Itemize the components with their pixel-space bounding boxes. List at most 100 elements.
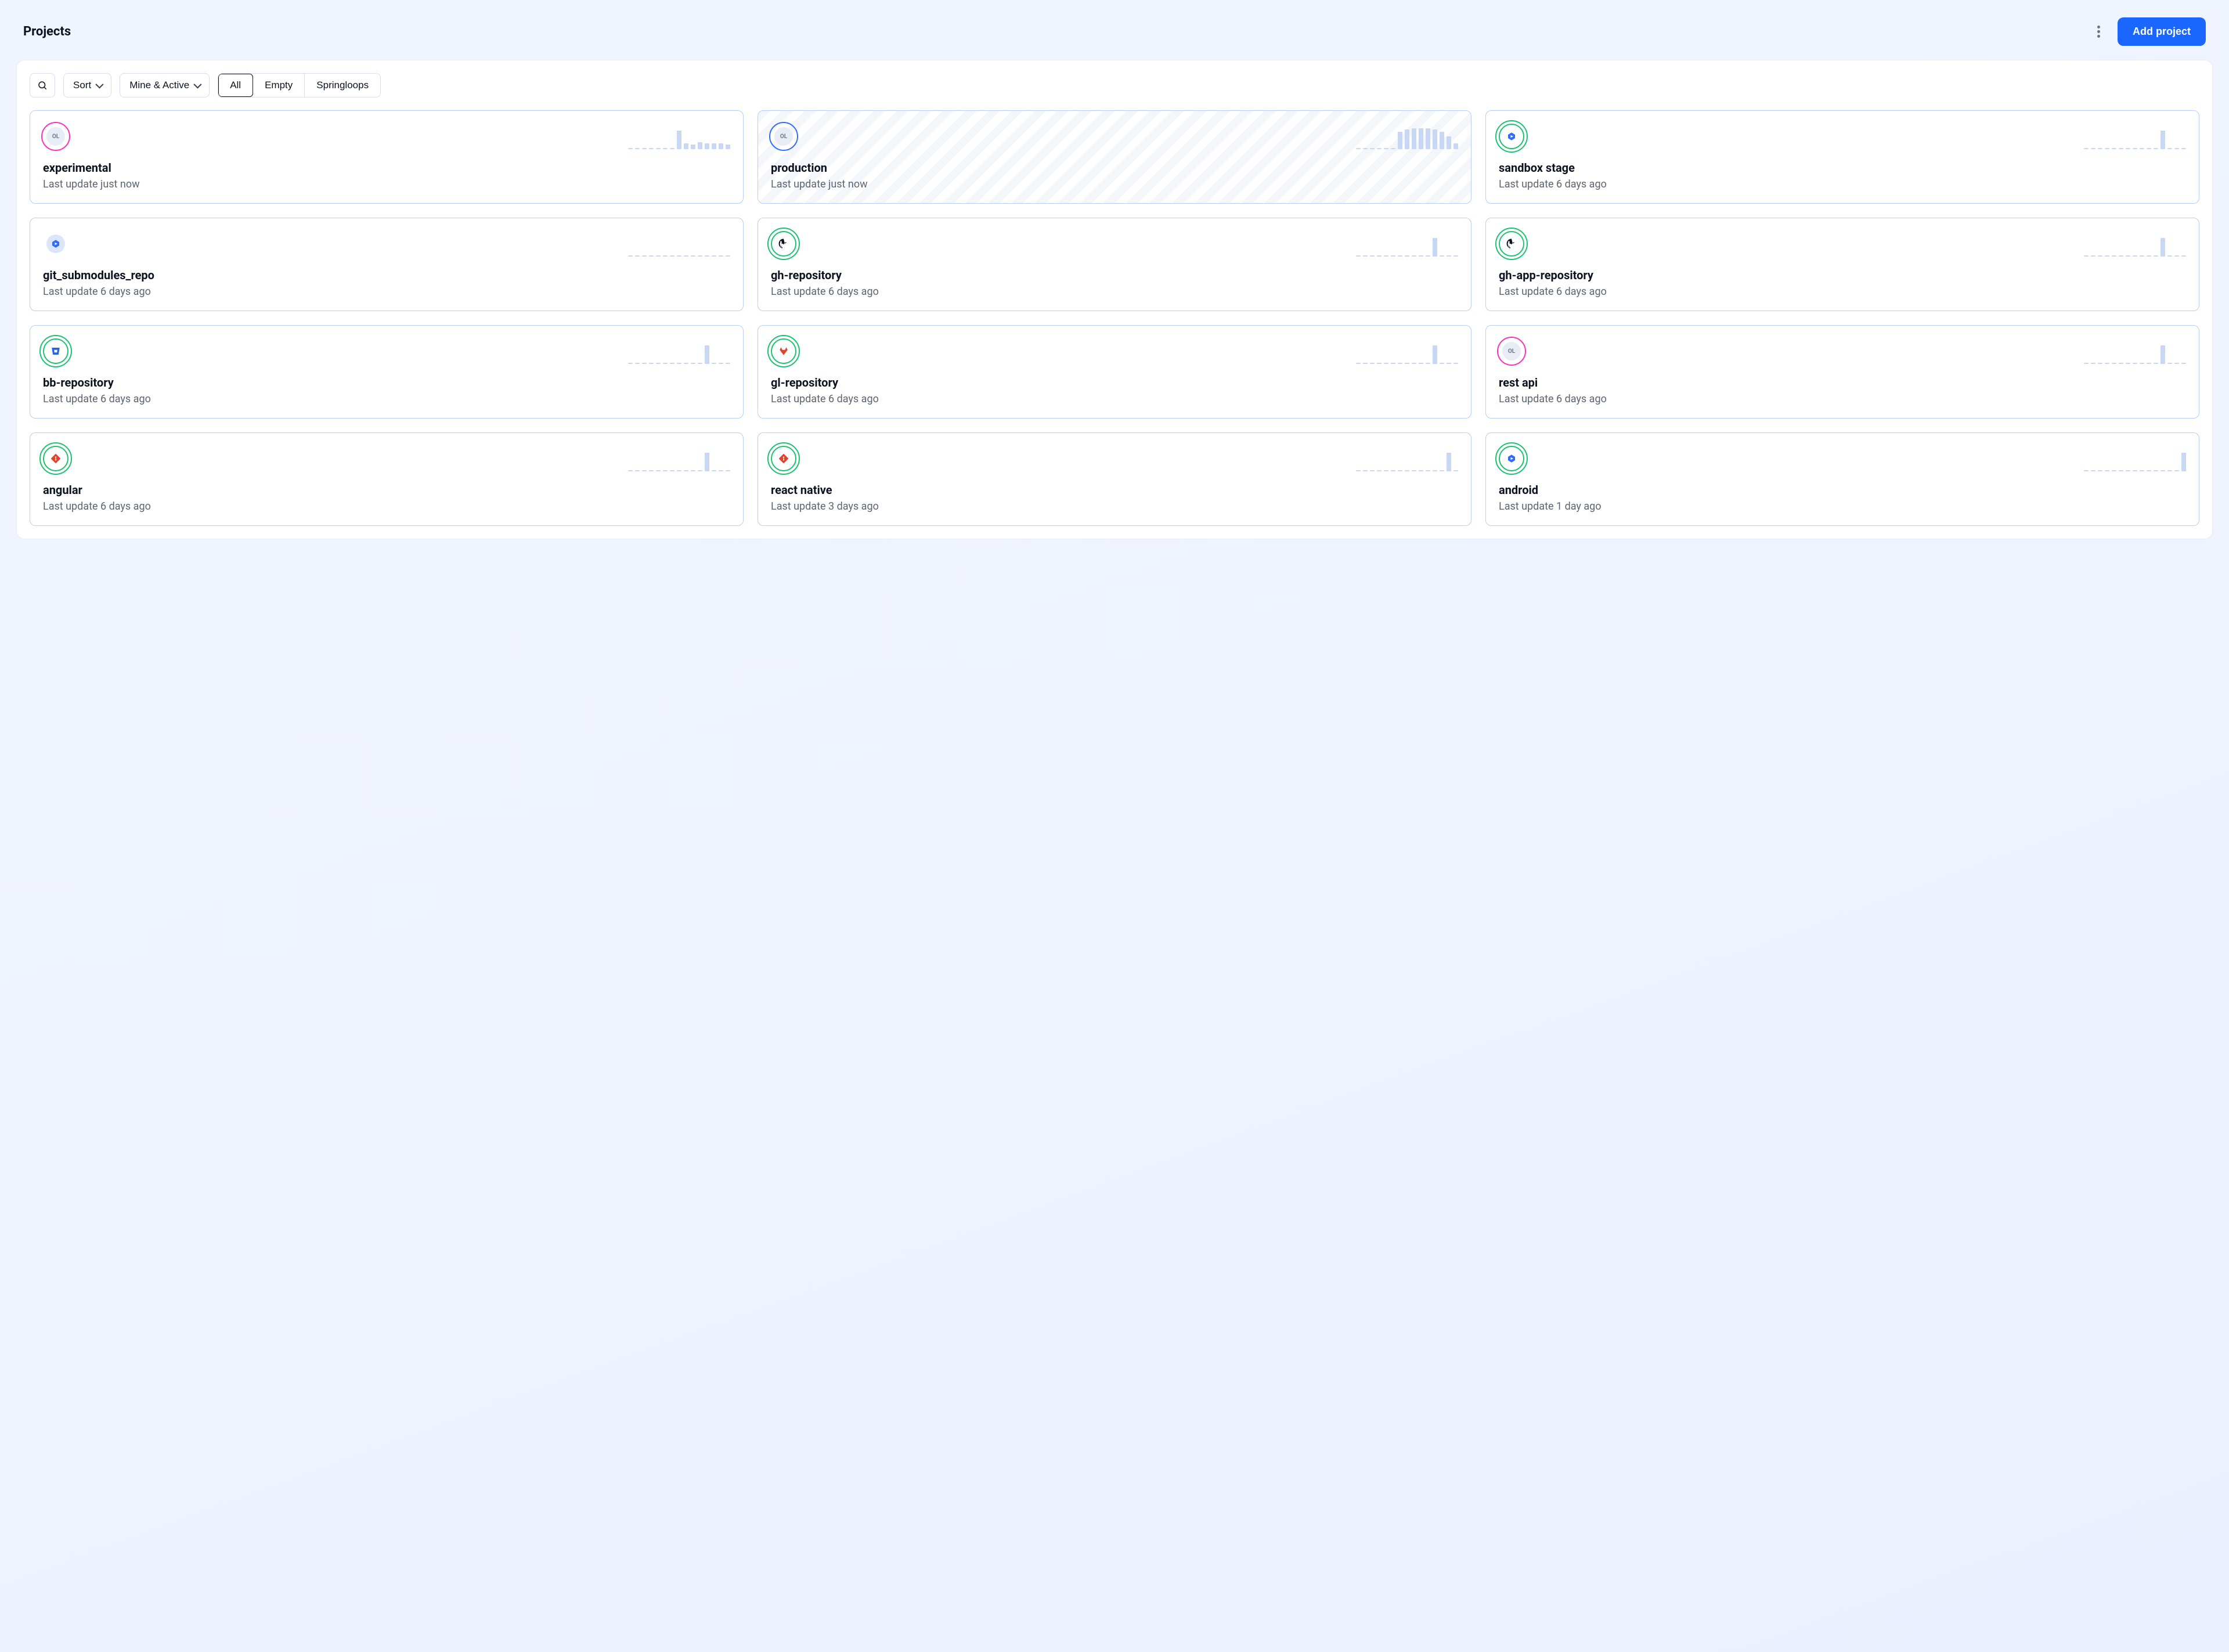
spark-empty [691, 255, 695, 257]
spark-bar [705, 453, 709, 471]
spark-empty [1398, 363, 1402, 364]
project-avatar [1499, 446, 1524, 471]
spark-empty [2147, 255, 2151, 257]
update-time: 6 days ago [1556, 286, 1607, 298]
spark-empty [2126, 363, 2130, 364]
project-card[interactable]: gh-repositoryLast update 6 days ago [758, 218, 1471, 311]
add-project-button[interactable]: Add project [2118, 17, 2206, 46]
card-header [771, 338, 1458, 364]
spark-empty [726, 470, 730, 471]
spark-empty [670, 255, 675, 257]
project-card[interactable]: OLproductionLast update just now [758, 110, 1471, 204]
update-time: 6 days ago [1556, 393, 1607, 405]
update-prefix: Last update [43, 178, 98, 190]
activity-sparkline [628, 446, 730, 471]
spark-empty [663, 363, 668, 364]
spark-empty [1356, 363, 1361, 364]
spark-empty [2167, 363, 2172, 364]
avatar-ring [1497, 229, 1526, 258]
update-time: just now [828, 178, 868, 190]
spark-empty [1363, 470, 1368, 471]
sort-button[interactable]: Sort [63, 73, 111, 98]
spark-empty [1391, 255, 1395, 257]
update-prefix: Last update [1499, 178, 1554, 190]
spark-empty [628, 255, 633, 257]
card-header [771, 446, 1458, 471]
spark-empty [1453, 255, 1458, 257]
project-card[interactable]: react nativeLast update 3 days ago [758, 432, 1471, 526]
spark-bar [698, 142, 702, 149]
update-time: just now [100, 178, 140, 190]
project-card[interactable]: sandbox stage Last update 6 days ago [1485, 110, 2199, 204]
spark-empty [1447, 255, 1451, 257]
spark-empty [670, 148, 675, 149]
project-updated: Last update 6 days ago [1499, 393, 2186, 405]
spark-empty [628, 148, 633, 149]
dot-icon [2097, 35, 2100, 38]
spark-bar [705, 345, 709, 364]
spark-empty [2098, 148, 2102, 149]
project-card[interactable]: angularLast update 6 days ago [30, 432, 744, 526]
spark-empty [642, 148, 647, 149]
spark-empty [1363, 255, 1368, 257]
project-card[interactable]: gl-repositoryLast update 6 days ago [758, 325, 1471, 419]
spark-empty [642, 363, 647, 364]
update-time: 3 days ago [828, 500, 879, 513]
filter-button[interactable]: Mine & Active [120, 73, 210, 98]
project-name: sandbox stage [1499, 161, 2186, 175]
activity-sparkline [2084, 446, 2186, 471]
chevron-down-icon [96, 81, 104, 89]
project-card[interactable]: androidLast update 1 day ago [1485, 432, 2199, 526]
avatar-inner [46, 235, 65, 253]
activity-sparkline [1356, 231, 1458, 257]
project-name: react native [771, 483, 1458, 497]
spark-empty [2147, 470, 2151, 471]
spark-empty [1440, 470, 1444, 471]
spark-empty [1453, 470, 1458, 471]
card-header: OL [771, 124, 1458, 149]
project-name: experimental [43, 161, 730, 175]
spark-empty [2126, 148, 2130, 149]
spark-empty [649, 255, 654, 257]
project-card[interactable]: bb-repositoryLast update 6 days ago [30, 325, 744, 419]
spark-empty [712, 255, 716, 257]
project-name: production [771, 161, 1458, 175]
page-title: Projects [23, 24, 71, 39]
spark-empty [2119, 255, 2123, 257]
project-avatar: OL [43, 124, 68, 149]
project-card[interactable]: git_submodules_repoLast update 6 days ag… [30, 218, 744, 311]
spark-bar [705, 143, 709, 149]
spark-empty [1370, 470, 1375, 471]
filter-label: Mine & Active [129, 80, 189, 91]
project-card[interactable]: OLrest apiLast update 6 days ago [1485, 325, 2199, 419]
tab-springloops[interactable]: Springloops [305, 74, 380, 97]
tab-all[interactable]: All [218, 74, 253, 97]
spark-bar [677, 131, 681, 149]
spark-empty [656, 363, 661, 364]
spark-empty [2154, 470, 2158, 471]
spark-bar [1398, 132, 1402, 149]
spark-empty [2167, 470, 2172, 471]
update-time: 6 days ago [828, 286, 879, 298]
search-button[interactable] [30, 73, 55, 98]
spark-empty [1433, 470, 1437, 471]
project-card[interactable]: OL experimental Last update just now [30, 110, 744, 204]
spark-empty [684, 363, 688, 364]
spark-bar [684, 143, 688, 149]
project-card[interactable]: gh-app-repositoryLast update 6 days ago [1485, 218, 2199, 311]
spark-empty [1356, 148, 1361, 149]
project-updated: Last update 6 days ago [43, 500, 730, 513]
tab-empty[interactable]: Empty [253, 74, 305, 97]
project-avatar: OL [771, 124, 796, 149]
update-prefix: Last update [43, 500, 98, 513]
project-updated: Last update 6 days ago [1499, 178, 2186, 190]
project-avatar [43, 446, 68, 471]
spark-bar [2161, 345, 2165, 364]
project-name: gl-repository [771, 376, 1458, 389]
project-updated: Last update 6 days ago [43, 393, 730, 405]
spark-empty [628, 470, 633, 471]
update-time: 6 days ago [100, 286, 151, 298]
spark-empty [2105, 255, 2109, 257]
spark-bar [691, 145, 695, 149]
more-menu-button[interactable] [2092, 25, 2106, 39]
